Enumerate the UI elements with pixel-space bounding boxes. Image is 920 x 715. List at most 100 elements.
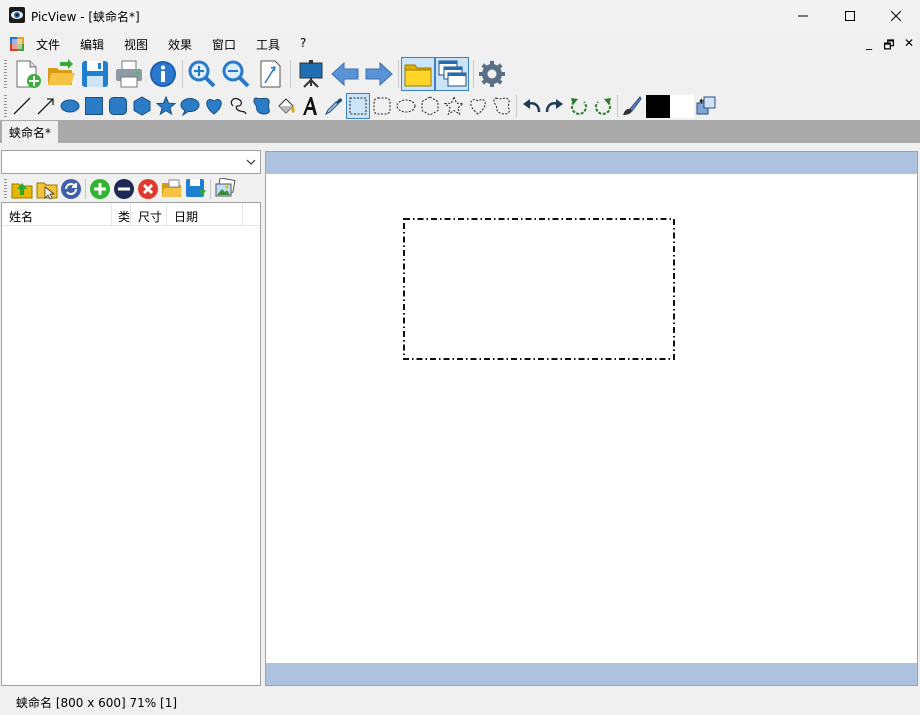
zoom-out-icon: [222, 60, 250, 88]
eyedropper-tool-button[interactable]: [323, 94, 345, 118]
rotate-left-button[interactable]: [568, 94, 590, 118]
minimize-button[interactable]: [780, 0, 826, 31]
blob-shape-tool-button[interactable]: [251, 94, 273, 118]
menu-effects[interactable]: 效果: [168, 36, 192, 53]
menu-window[interactable]: 窗口: [212, 36, 236, 53]
new-file-button[interactable]: [11, 58, 43, 90]
maximize-button[interactable]: [827, 0, 873, 31]
close-button[interactable]: [873, 0, 919, 31]
mdi-close-button[interactable]: ✕: [902, 36, 916, 50]
toolbar-grip[interactable]: [4, 60, 7, 88]
fit-page-button[interactable]: [254, 58, 286, 90]
redo-button[interactable]: [544, 94, 566, 118]
open-button[interactable]: [45, 58, 77, 90]
star-tool-button[interactable]: [155, 94, 177, 118]
tab-untitled[interactable]: 蛱命名*: [2, 121, 59, 143]
ellipse-icon: [60, 99, 80, 113]
add-button[interactable]: [88, 177, 112, 201]
menu-edit[interactable]: 编辑: [80, 36, 104, 53]
heart-select-tool-button[interactable]: [467, 94, 489, 118]
toolbar-separator: [617, 95, 618, 117]
lasso-tool-button[interactable]: [227, 94, 249, 118]
arrow-tool-button[interactable]: [35, 94, 57, 118]
heart-tool-button[interactable]: [203, 94, 225, 118]
previous-button[interactable]: [329, 58, 361, 90]
save-button[interactable]: [79, 58, 111, 90]
menu-bar: 文件 编辑 视图 效果 窗口 工具 ? _ 🗗 ✕: [0, 32, 920, 56]
image-gallery-button[interactable]: [213, 177, 237, 201]
canvas-bottom-band: [266, 663, 917, 685]
rounded-select-tool-button[interactable]: [371, 94, 393, 118]
drawing-toolbar: [0, 92, 920, 120]
save-folder-button[interactable]: [184, 177, 208, 201]
rounded-select-icon: [373, 97, 391, 115]
refresh-button[interactable]: [59, 177, 83, 201]
speech-bubble-tool-button[interactable]: [179, 94, 201, 118]
line-tool-button[interactable]: [11, 94, 33, 118]
menu-file[interactable]: 文件: [36, 36, 60, 53]
rect-select-tool-button[interactable]: [346, 93, 370, 119]
file-list-header: 姓名 类 尺寸 日期: [2, 203, 260, 226]
slideshow-button[interactable]: [295, 58, 327, 90]
remove-button[interactable]: [112, 177, 136, 201]
image-viewer[interactable]: [265, 151, 918, 686]
next-button[interactable]: [363, 58, 395, 90]
document-window-icon[interactable]: [10, 37, 24, 51]
undo-button[interactable]: [520, 94, 542, 118]
column-name[interactable]: 姓名: [2, 203, 112, 226]
info-button[interactable]: [147, 58, 179, 90]
up-folder-button[interactable]: [10, 177, 34, 201]
document-tab-strip: 蛱命名*: [0, 120, 920, 143]
open-folder-icon: [48, 59, 75, 85]
open-folder-button[interactable]: [160, 177, 184, 201]
text-tool-button[interactable]: [299, 94, 321, 118]
status-bar: 蛱命名 [800 x 600] 71% [1]: [0, 687, 920, 715]
ellipse-select-tool-button[interactable]: [395, 94, 417, 118]
star-select-tool-button[interactable]: [443, 94, 465, 118]
folder-view-button[interactable]: [401, 57, 435, 91]
menu-tools[interactable]: 工具: [256, 36, 280, 53]
freeform-select-tool-button[interactable]: [491, 94, 513, 118]
column-type[interactable]: 类: [112, 203, 131, 226]
toolbar-grip[interactable]: [4, 179, 7, 199]
foreground-color-swatch[interactable]: [646, 95, 670, 118]
delete-icon: [138, 179, 158, 199]
window-view-icon: [438, 60, 467, 87]
print-button[interactable]: [113, 58, 145, 90]
file-list[interactable]: 姓名 类 尺寸 日期: [1, 202, 261, 686]
delete-button[interactable]: [136, 177, 160, 201]
folder-combo[interactable]: [1, 150, 261, 174]
print-icon: [116, 60, 142, 88]
background-color-swatch[interactable]: [670, 95, 694, 118]
brush-button[interactable]: [621, 94, 643, 118]
zoom-out-button[interactable]: [220, 58, 252, 90]
mdi-restore-button[interactable]: 🗗: [882, 36, 896, 57]
window-view-button[interactable]: [435, 57, 469, 91]
add-icon: [90, 179, 110, 199]
heart-icon: [206, 99, 222, 115]
rectangle-tool-button[interactable]: [83, 94, 105, 118]
settings-button[interactable]: [476, 58, 508, 90]
fill-tool-button[interactable]: [275, 94, 297, 118]
rotate-right-icon: [595, 98, 611, 115]
swap-colors-button[interactable]: [695, 94, 717, 118]
column-date[interactable]: 日期: [167, 203, 243, 226]
hexagon-tool-button[interactable]: [131, 94, 153, 118]
zoom-in-button[interactable]: [186, 58, 218, 90]
mdi-minimize-button[interactable]: _: [862, 36, 876, 50]
ellipse-tool-button[interactable]: [59, 94, 81, 118]
rounded-rect-tool-button[interactable]: [107, 94, 129, 118]
menu-view[interactable]: 视图: [124, 36, 148, 53]
column-size[interactable]: 尺寸: [131, 203, 167, 226]
select-folder-button[interactable]: [35, 177, 59, 201]
menu-help[interactable]: ?: [300, 36, 306, 50]
hexagon-select-tool-button[interactable]: [419, 94, 441, 118]
selection-rectangle[interactable]: [403, 218, 675, 360]
slideshow-icon: [299, 60, 323, 88]
rect-select-icon: [349, 97, 367, 115]
undo-icon: [523, 99, 541, 113]
toolbar-grip[interactable]: [4, 95, 7, 117]
rotate-right-button[interactable]: [592, 94, 614, 118]
heart-select-icon: [470, 99, 486, 115]
eye-app-icon: [9, 7, 25, 23]
